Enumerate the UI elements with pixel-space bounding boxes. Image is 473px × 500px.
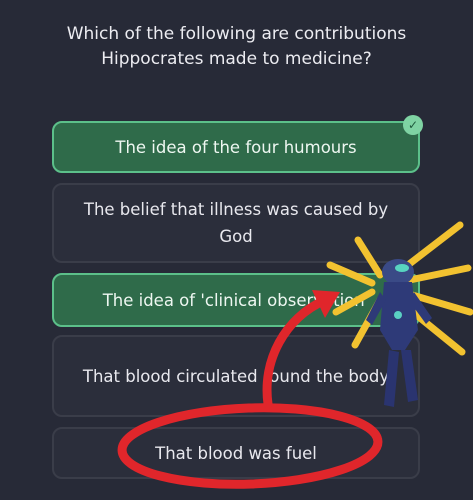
answer-option-illness-caused-by-god[interactable]: The belief that illness was caused by Go… (52, 183, 420, 263)
answer-option-clinical-observation[interactable]: The idea of 'clinical observation' (52, 273, 420, 327)
answer-option-label: The idea of the four humours (115, 137, 357, 157)
answer-option-label: That blood circulated round the body (82, 366, 390, 386)
checkmark-icon: ✓ (403, 115, 423, 135)
answer-option-label: The belief that illness was caused by Go… (83, 200, 389, 246)
answer-option-label: The idea of 'clinical observation' (102, 290, 370, 310)
answer-option-blood-was-fuel[interactable]: That blood was fuel (52, 427, 420, 479)
answer-option-label: That blood was fuel (155, 443, 317, 463)
question-text: Which of the following are contributions… (66, 24, 407, 69)
answer-option-four-humours[interactable]: The idea of the four humours ✓ (52, 115, 423, 173)
answer-option-blood-circulated[interactable]: That blood circulated round the body (52, 335, 420, 417)
